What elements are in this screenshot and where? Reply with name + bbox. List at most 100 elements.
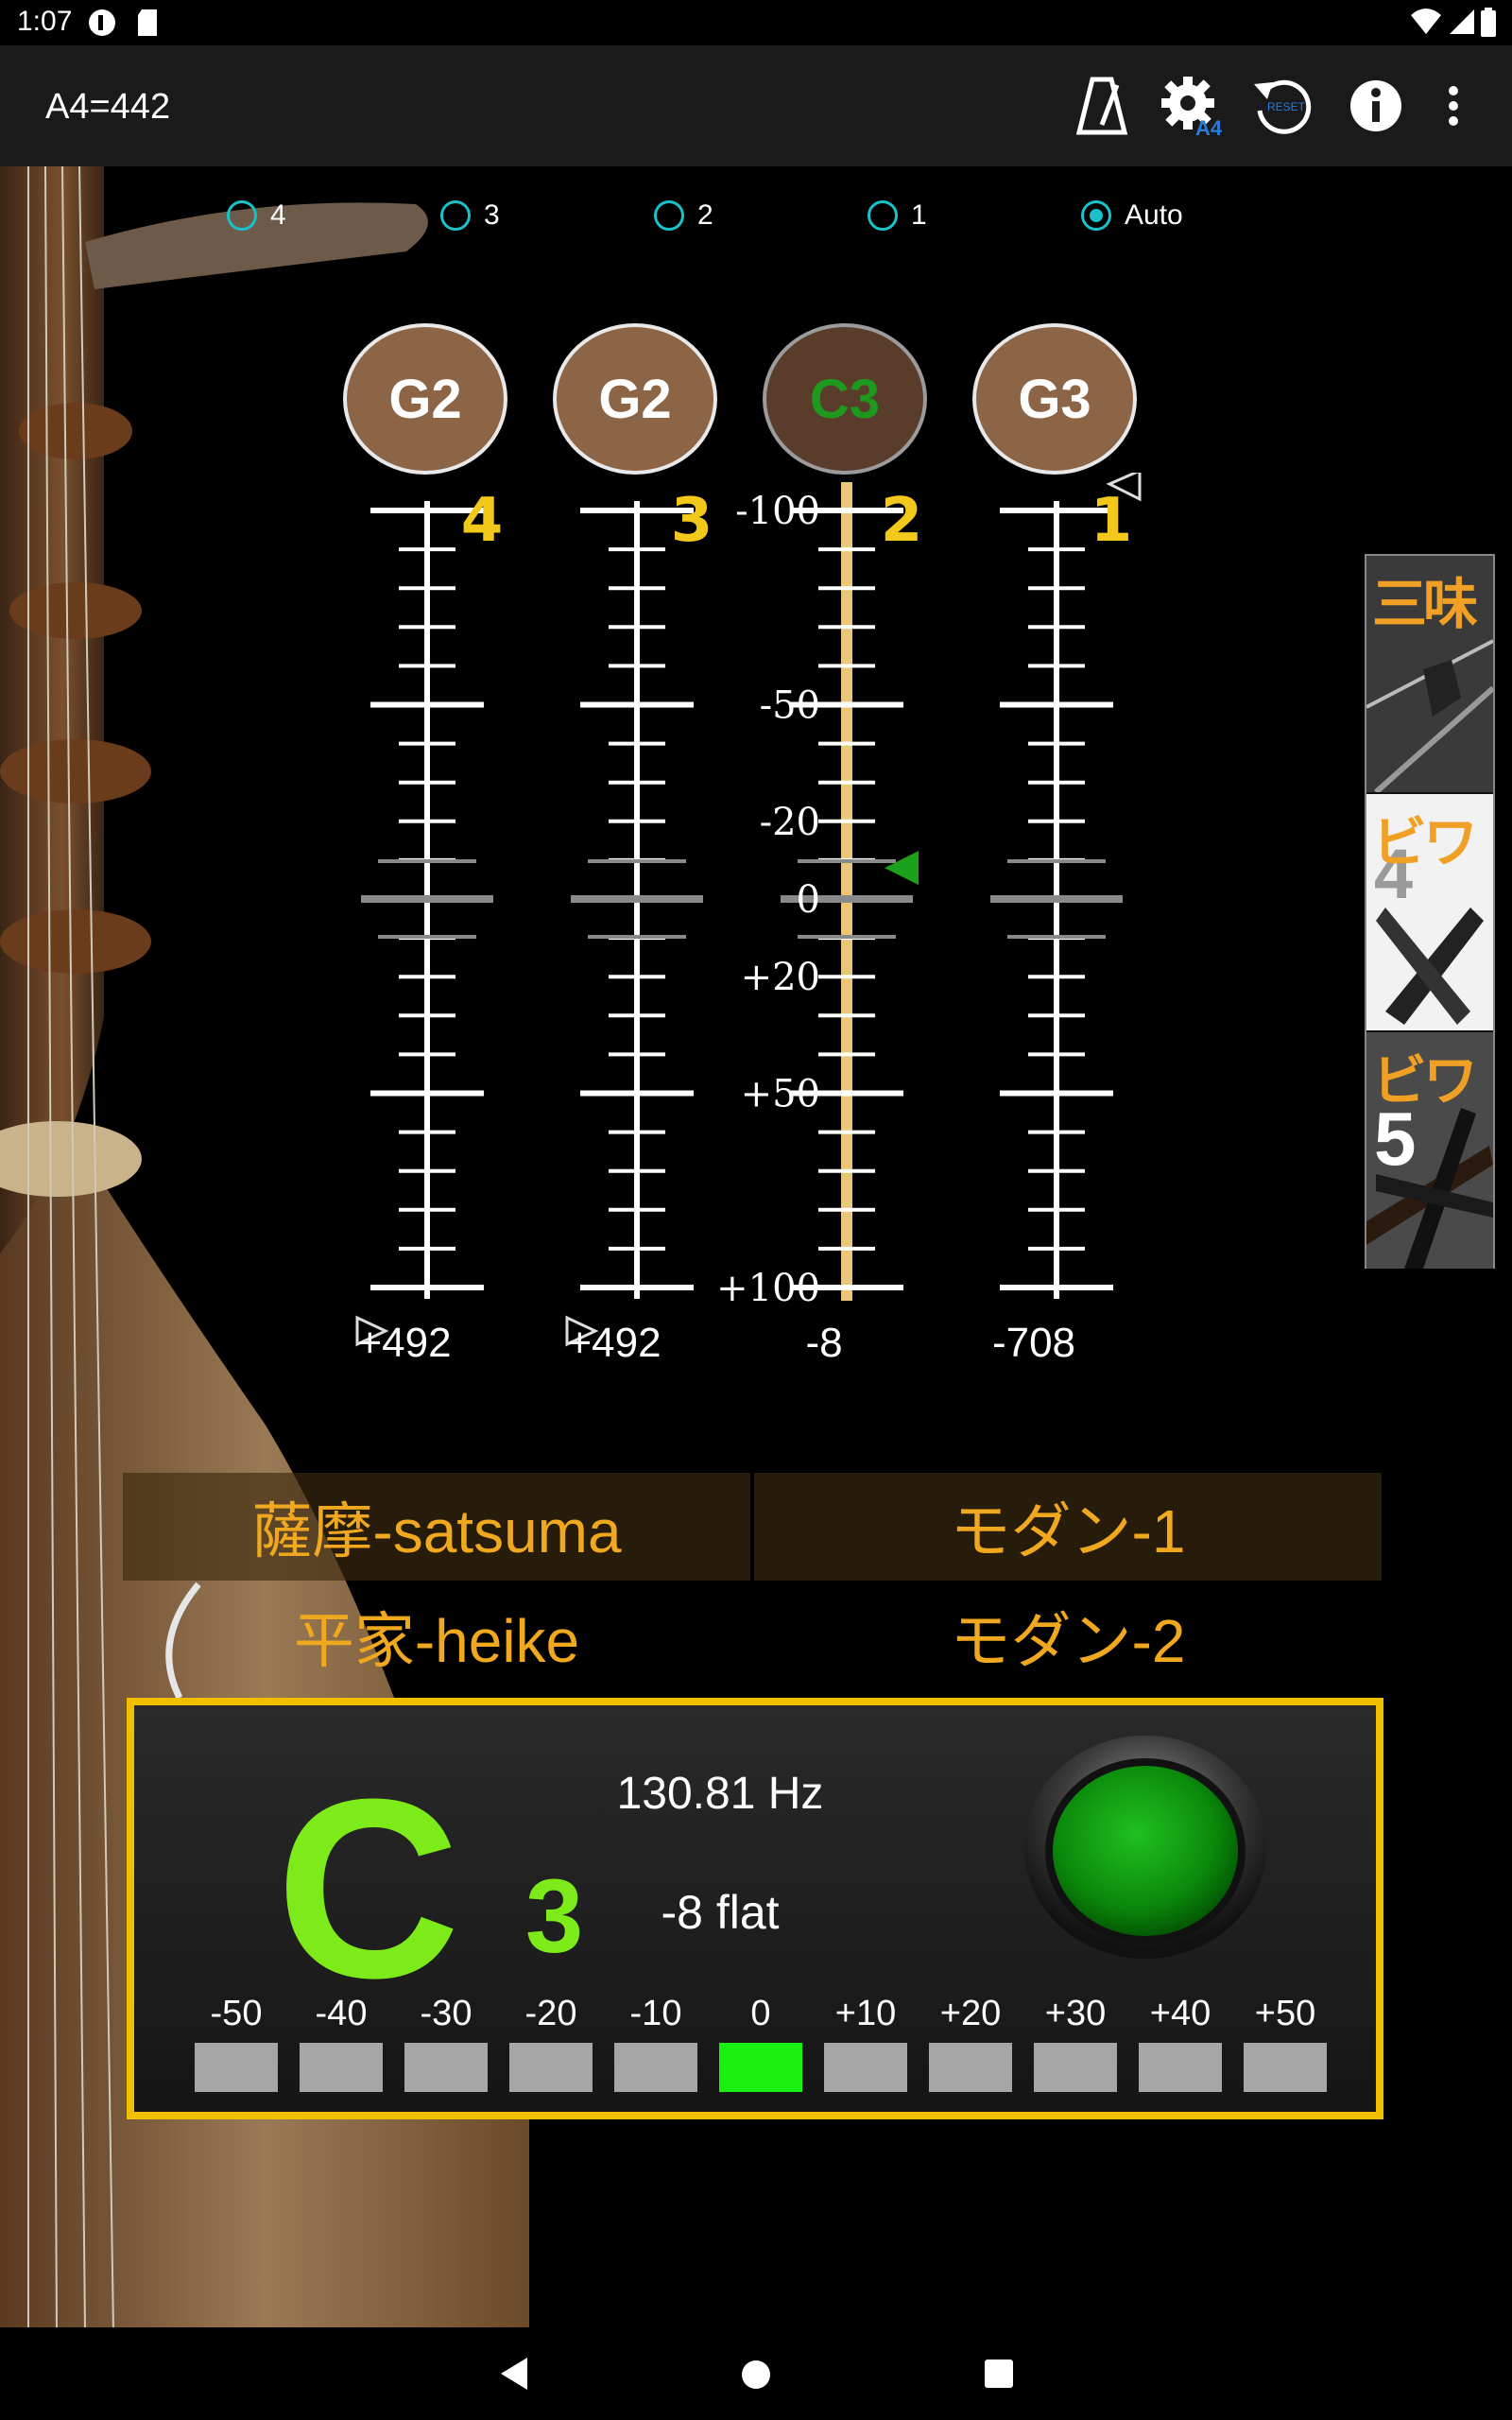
radio-label: 3 <box>484 199 500 231</box>
deviation-segment <box>929 2043 1012 2092</box>
tuning-heike-button[interactable]: 平家-heike <box>123 1582 750 1690</box>
app-title: A4=442 <box>45 87 171 127</box>
meter-scale-label: +100 <box>716 1267 820 1310</box>
reset-button[interactable]: RESET <box>1244 66 1323 146</box>
frequency-readout: 130.81 Hz <box>616 1769 824 1819</box>
tab-shamisen[interactable]: 三味 <box>1366 556 1493 792</box>
battery-icon <box>1481 8 1496 37</box>
more-vert-icon <box>1449 86 1458 126</box>
tuning-modern-1-button[interactable]: モダン-1 <box>754 1473 1382 1581</box>
tuning-presets: 薩摩-satsuma モダン-1 平家-heike モダン-2 <box>123 1473 1385 1700</box>
status-bar: 1:07 <box>0 0 1512 45</box>
tab-label: 三味 <box>1372 574 1478 635</box>
deviation-readout: -8 flat <box>661 1886 780 1939</box>
tab-biwa-5[interactable]: 5 ビワ <box>1366 1032 1493 1269</box>
tab-label: ビワ <box>1372 1050 1478 1112</box>
deviation-segment <box>404 2043 488 2092</box>
radio-label: 2 <box>697 199 713 231</box>
radio-auto[interactable]: Auto <box>1081 195 1183 236</box>
tuner-display-panel: C 3 130.81 Hz -8 flat -50 -40 -30 -20 -10 0 +1… <box>127 1698 1383 2119</box>
segment-label: +10 <box>834 1994 897 2033</box>
meter-scale-label: -100 <box>735 490 820 533</box>
recents-icon[interactable] <box>983 2358 1015 2390</box>
info-button[interactable] <box>1336 66 1416 146</box>
tab-biwa-4[interactable]: 4 ビワ <box>1366 794 1493 1030</box>
back-icon[interactable] <box>497 2356 531 2392</box>
sd-card-icon <box>138 9 157 36</box>
deviation-segment <box>195 2043 278 2092</box>
metronome-button[interactable] <box>1062 66 1142 146</box>
overflow-menu-button[interactable] <box>1416 66 1491 146</box>
reset-icon: RESET <box>1254 79 1312 134</box>
radio-string-1[interactable]: 1 <box>868 195 927 236</box>
app-notification-icon <box>89 9 115 36</box>
radio-string-3[interactable]: 3 <box>440 195 500 236</box>
radio-label: 1 <box>911 199 927 231</box>
string-4-cents: +492 <box>357 1320 452 1366</box>
string-3-cents: +492 <box>567 1320 662 1366</box>
wifi-icon <box>1411 9 1441 34</box>
radio-string-2[interactable]: 2 <box>654 195 713 236</box>
radio-indicator <box>1081 200 1111 231</box>
meter-scale-label: -20 <box>760 801 820 844</box>
deviation-segment <box>719 2043 802 2092</box>
segment-label: +30 <box>1044 1994 1107 2033</box>
tab-label: ビワ <box>1372 812 1478 873</box>
segment-label: -50 <box>210 1994 263 2033</box>
gear-icon: A4 <box>1161 77 1223 139</box>
metronome-icon <box>1075 77 1128 135</box>
meter-scale-label: -50 <box>760 684 820 728</box>
segment-label: -40 <box>315 1994 368 2033</box>
meter-scale-label: 0 <box>797 878 820 922</box>
meter-string-number: 3 <box>671 486 713 556</box>
tuning-satsuma-button[interactable]: 薩摩-satsuma <box>123 1473 750 1581</box>
deviation-segment <box>509 2043 593 2092</box>
svg-text:A4: A4 <box>1195 116 1223 139</box>
info-icon <box>1350 80 1401 131</box>
meter-string-number: 2 <box>881 486 923 556</box>
segment-label: -20 <box>524 1994 577 2033</box>
segment-label: +20 <box>939 1994 1002 2033</box>
string-1-cents: -708 <box>991 1320 1076 1366</box>
deviation-segment <box>824 2043 907 2092</box>
deviation-segment <box>1139 2043 1222 2092</box>
tuning-modern-2-button[interactable]: モダン-2 <box>754 1582 1382 1690</box>
home-icon[interactable] <box>739 2358 773 2392</box>
in-tune-indicator-light <box>1024 1736 1266 1959</box>
meter-scale-label: +20 <box>741 956 820 999</box>
segment-label: +50 <box>1254 1994 1316 2033</box>
radio-indicator <box>654 200 684 231</box>
string-2-cents: -8 <box>805 1320 843 1366</box>
system-nav-bar <box>0 2327 1512 2420</box>
svg-text:RESET: RESET <box>1267 100 1306 113</box>
radio-label: 4 <box>270 199 286 231</box>
string-4-note[interactable]: G2 <box>343 323 507 475</box>
string-3-note[interactable]: G2 <box>553 323 717 475</box>
status-time: 1:07 <box>17 6 73 37</box>
segment-label: -30 <box>420 1994 472 2033</box>
deviation-segment <box>1244 2043 1327 2092</box>
deviation-segment <box>1034 2043 1117 2092</box>
meter-scale-label: +50 <box>741 1073 820 1116</box>
cell-signal-icon <box>1450 9 1474 34</box>
segment-label: 0 <box>750 1994 771 2033</box>
segment-label: -10 <box>629 1994 682 2033</box>
string-1-note[interactable]: G3 <box>972 323 1137 475</box>
settings-a4-button[interactable]: A4 <box>1151 66 1230 146</box>
radio-string-4[interactable]: 4 <box>227 195 286 236</box>
meter-spine-active <box>841 482 852 1301</box>
radio-indicator <box>440 200 471 231</box>
meter-string-number: 4 <box>461 486 504 556</box>
string-2-note[interactable]: C3 <box>763 323 927 475</box>
deviation-segment <box>614 2043 697 2092</box>
instrument-tabs: 三味 4 ビワ 5 ビワ <box>1365 554 1495 1269</box>
tuning-needle <box>885 851 919 886</box>
radio-indicator <box>227 200 257 231</box>
radio-indicator <box>868 200 898 231</box>
meter-string-number: 1 <box>1091 486 1133 556</box>
detected-note-letter: C <box>276 1747 460 2031</box>
segment-label: +40 <box>1149 1994 1211 2033</box>
tuning-meters: 4 3 2 1 -100 -50 -20 0 +20 +50 +100 <box>355 473 1142 1347</box>
radio-label: Auto <box>1125 199 1183 231</box>
app-bar: A4=442 A4 RESET <box>0 45 1512 166</box>
